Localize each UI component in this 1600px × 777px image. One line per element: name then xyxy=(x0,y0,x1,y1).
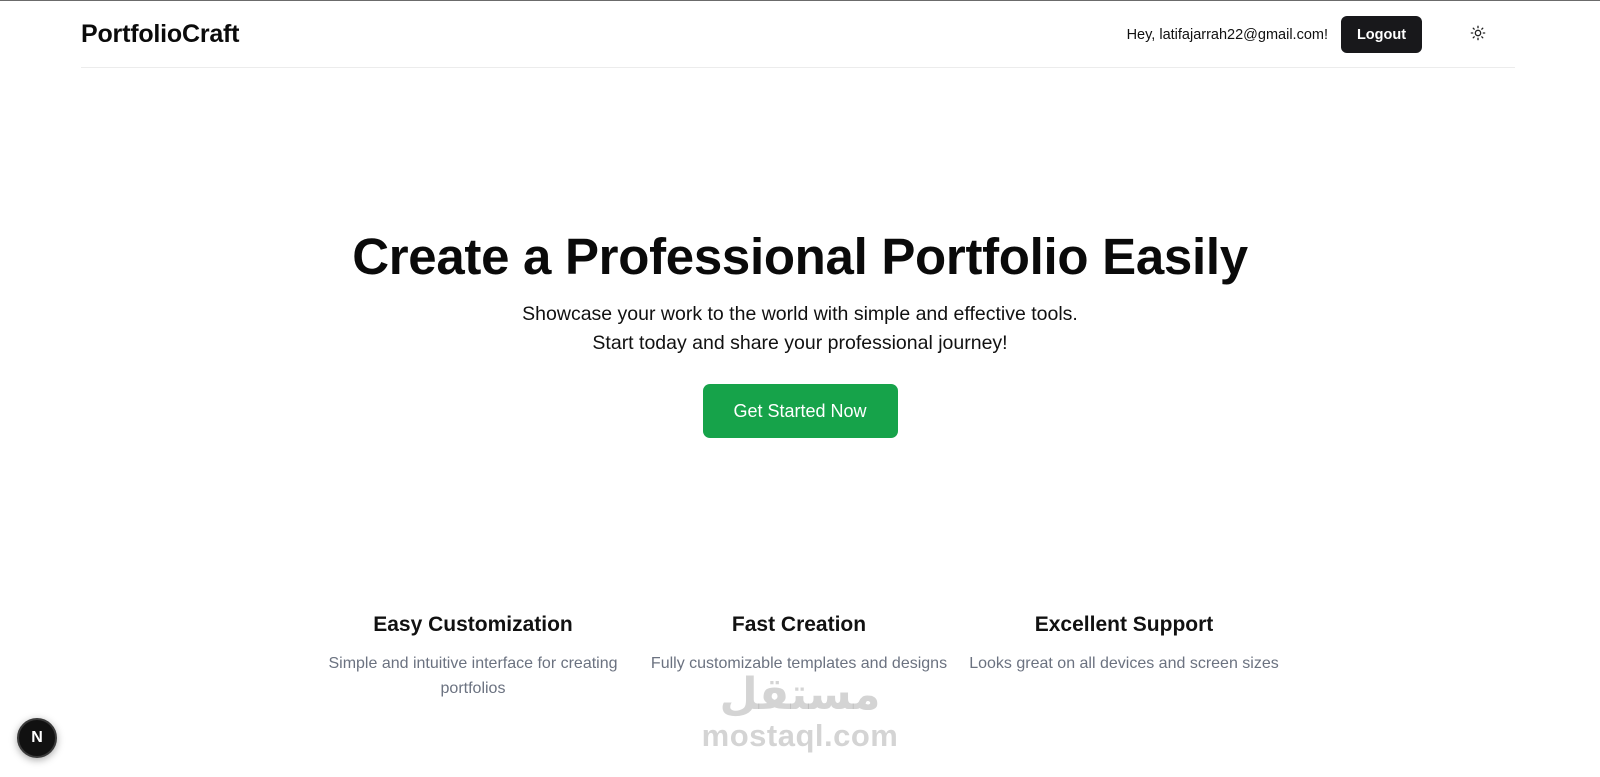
feature-title: Excellent Support xyxy=(1034,613,1214,636)
watermark: مستقل mostaql.com xyxy=(700,670,900,752)
feature-excellent-support: Excellent Support Looks great on all dev… xyxy=(969,612,1279,676)
feature-easy-customization: Easy Customization Simple and intuitive … xyxy=(318,612,628,701)
feature-title: Easy Customization xyxy=(373,613,573,636)
brand-logo[interactable]: PortfolioCraft xyxy=(81,20,239,49)
hero-section: Create a Professional Portfolio Easily S… xyxy=(0,226,1600,439)
watermark-arabic: مستقل xyxy=(719,669,881,720)
dev-badge-label: N xyxy=(31,729,43,746)
feature-description: Fully customizable templates and designs xyxy=(650,655,948,673)
feature-description: Simple and intuitive interface for creat… xyxy=(328,655,618,698)
get-started-button[interactable]: Get Started Now xyxy=(702,384,898,439)
feature-description: Looks great on all devices and screen si… xyxy=(969,655,1279,673)
logout-button[interactable]: Logout xyxy=(1341,16,1422,53)
feature-title: Fast Creation xyxy=(731,613,867,636)
hero-subtitle: Showcase your work to the world with sim… xyxy=(522,303,1078,355)
theme-toggle-button[interactable] xyxy=(1468,23,1488,43)
watermark-latin: mostaql.com xyxy=(701,718,899,753)
hero-title: Create a Professional Portfolio Easily xyxy=(352,228,1248,285)
top-navigation: PortfolioCraft Hey, latifajarrah22@gmail… xyxy=(81,1,1515,68)
sun-icon xyxy=(1470,25,1486,41)
dev-tools-badge[interactable]: N xyxy=(17,718,57,758)
feature-fast-creation: Fast Creation Fully customizable templat… xyxy=(644,612,954,676)
user-greeting: Hey, latifajarrah22@gmail.com! xyxy=(1126,27,1328,43)
